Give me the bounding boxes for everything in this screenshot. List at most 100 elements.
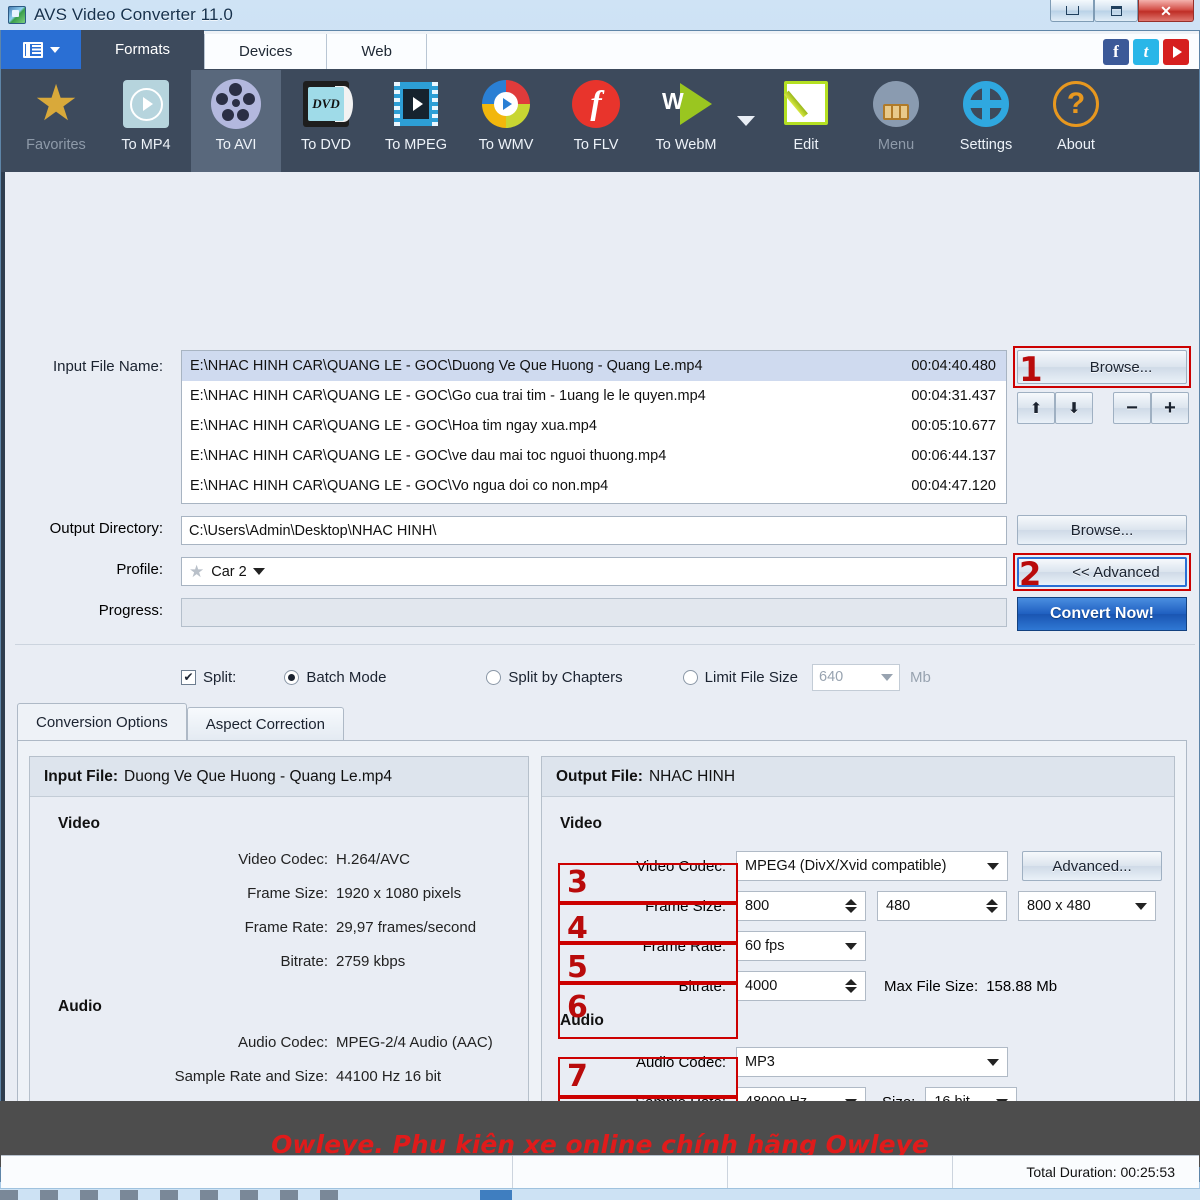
- spinner-arrows-icon[interactable]: [845, 899, 857, 913]
- toolbar-item-favorites-label: Favorites: [26, 137, 86, 153]
- move-down-button[interactable]: ⬇: [1055, 392, 1093, 424]
- output-file-header-value: NHAC HINH: [648, 767, 736, 785]
- tab-conversion-options[interactable]: Conversion Options: [17, 703, 187, 741]
- maximize-button[interactable]: [1094, 0, 1138, 22]
- input-file-list[interactable]: E:\NHAC HINH CAR\QUANG LE - GOC\Duong Ve…: [181, 350, 1007, 504]
- tab-aspect-correction[interactable]: Aspect Correction: [186, 707, 344, 741]
- horizontal-scrollbar[interactable]: [0, 1188, 1200, 1200]
- video-bitrate-spinner[interactable]: 4000: [736, 971, 866, 1001]
- table-row[interactable]: E:\NHAC HINH CAR\QUANG LE - GOC\Go cua t…: [182, 381, 1006, 411]
- output-directory-input[interactable]: C:\Users\Admin\Desktop\NHAC HINH\: [181, 516, 1007, 545]
- table-row[interactable]: E:\NHAC HINH CAR\QUANG LE - GOC\Vo ngua …: [182, 471, 1006, 501]
- frame-width-spinner[interactable]: 800: [736, 891, 866, 921]
- facebook-icon[interactable]: f: [1103, 38, 1129, 65]
- output-audio-codec-value: MP3: [745, 1054, 775, 1070]
- input-video-bitrate-row: Bitrate: 2759 kbps: [58, 953, 504, 970]
- split-by-chapters-radio[interactable]: Split by Chapters: [486, 669, 623, 686]
- limit-file-size-value: 640: [819, 669, 844, 685]
- tab-web[interactable]: Web: [326, 34, 426, 69]
- input-video-section-title: Video: [58, 815, 100, 832]
- avi-icon: [210, 78, 262, 130]
- input-frame-size-value: 1920 x 1080 pixels: [336, 885, 462, 902]
- annotation-number-6: 6: [567, 990, 588, 1025]
- file-duration: 00:04:31.437: [911, 388, 996, 404]
- output-video-section-title: Video: [560, 815, 602, 832]
- annotation-number-1: 1: [1019, 350, 1043, 390]
- video-advanced-button[interactable]: Advanced...: [1022, 851, 1162, 881]
- chevron-down-icon: [987, 1058, 999, 1066]
- output-browse-label: Browse...: [1070, 521, 1134, 539]
- profile-combobox[interactable]: ★ Car 2: [181, 557, 1007, 586]
- options-tab-strip: Conversion Options Aspect Correction: [17, 703, 1187, 741]
- toolbar-item-to-flv[interactable]: f To FLV: [551, 70, 641, 172]
- toolbar-item-menu[interactable]: Menu: [851, 70, 941, 172]
- toolbar-item-to-dvd[interactable]: DVD To DVD: [281, 70, 371, 172]
- file-duration: 00:04:47.120: [911, 478, 996, 494]
- toolbar-item-about-label: About: [1057, 137, 1095, 153]
- input-frame-rate-value: 29,97 frames/second: [336, 919, 477, 936]
- toolbar-item-to-mpeg[interactable]: To MPEG: [371, 70, 461, 172]
- close-button[interactable]: ✕: [1138, 0, 1194, 22]
- more-formats-chevron-down-icon[interactable]: [737, 116, 755, 126]
- menu-disc-icon: [870, 78, 922, 130]
- format-toolbar: ★ Favorites To MP4 To AVI DVD To DVD To …: [1, 70, 1199, 172]
- input-file-header-value: Duong Ve Que Huong - Quang Le.mp4: [124, 767, 393, 785]
- frame-height-spinner[interactable]: 480: [877, 891, 1007, 921]
- output-audio-codec-combobox[interactable]: MP3: [736, 1047, 1008, 1077]
- annotation-number-7: 7: [567, 1059, 588, 1094]
- toolbar-item-to-webm[interactable]: W To WebM: [641, 70, 731, 172]
- file-duration: 00:04:40.480: [911, 358, 996, 374]
- batch-mode-radio[interactable]: Batch Mode: [284, 669, 386, 686]
- window-title: AVS Video Converter 11.0: [34, 5, 233, 24]
- divider: [15, 644, 1195, 645]
- table-row[interactable]: E:\NHAC HINH CAR\QUANG LE - GOC\ve dau m…: [182, 441, 1006, 471]
- file-path: E:\NHAC HINH CAR\QUANG LE - GOC\Vo ngua …: [190, 478, 609, 494]
- output-browse-button[interactable]: Browse...: [1017, 515, 1187, 545]
- input-sample-rate-label: Sample Rate and Size:: [174, 1068, 328, 1085]
- twitter-icon[interactable]: t: [1133, 38, 1159, 65]
- input-audio-codec-value: MPEG-2/4 Audio (AAC): [336, 1034, 493, 1051]
- tab-formats[interactable]: Formats: [81, 30, 205, 69]
- tab-strip: Formats Devices Web f t: [1, 30, 1199, 70]
- toolbar-item-favorites[interactable]: ★ Favorites: [11, 70, 101, 172]
- limit-file-size-radio[interactable]: Limit File Size: [682, 669, 798, 686]
- input-frame-size-label: Frame Size:: [247, 885, 328, 902]
- toolbar-item-edit[interactable]: Edit: [761, 70, 851, 172]
- edit-pencil-icon: [780, 78, 832, 130]
- toolbar-item-to-avi[interactable]: To AVI: [191, 70, 281, 172]
- toolbar-item-to-wmv[interactable]: To WMV: [461, 70, 551, 172]
- radio-icon: [284, 669, 300, 685]
- toolbar-item-to-webm-label: To WebM: [655, 137, 717, 153]
- input-video-bitrate-value: 2759 kbps: [336, 953, 406, 970]
- youtube-icon[interactable]: [1163, 38, 1189, 65]
- close-icon: ✕: [1160, 2, 1172, 19]
- split-checkbox[interactable]: ✔ Split:: [181, 669, 236, 686]
- toolbar-item-to-dvd-label: To DVD: [301, 137, 351, 153]
- toolbar-item-about[interactable]: ? About: [1031, 70, 1121, 172]
- frame-size-preset-combobox[interactable]: 800 x 480: [1018, 891, 1156, 921]
- file-path: E:\NHAC HINH CAR\QUANG LE - GOC\Go cua t…: [190, 388, 706, 404]
- add-file-button[interactable]: +: [1151, 392, 1189, 424]
- toolbar-item-to-mp4[interactable]: To MP4: [101, 70, 191, 172]
- main-menu-button[interactable]: [1, 30, 81, 69]
- toolbar-item-to-mp4-label: To MP4: [121, 137, 171, 153]
- main-window: Formats Devices Web f t ★ Favorites To M…: [0, 30, 1200, 1182]
- minimize-button[interactable]: [1050, 0, 1094, 22]
- tab-aspect-correction-label: Aspect Correction: [205, 716, 325, 733]
- scrollbar-thumb[interactable]: [480, 1190, 512, 1200]
- output-frame-rate-combobox[interactable]: 60 fps: [736, 931, 866, 961]
- limit-file-size-combobox[interactable]: 640: [812, 663, 900, 691]
- tab-devices[interactable]: Devices: [204, 34, 327, 69]
- max-file-size-label: Max File Size:: [884, 977, 979, 995]
- star-icon: ★: [33, 75, 79, 131]
- spinner-arrows-icon[interactable]: [986, 899, 998, 913]
- output-video-codec-combobox[interactable]: MPEG4 (DivX/Xvid compatible): [736, 851, 1008, 881]
- move-up-button[interactable]: ⬆: [1017, 392, 1055, 424]
- table-row[interactable]: E:\NHAC HINH CAR\QUANG LE - GOC\Hoa tim …: [182, 411, 1006, 441]
- toolbar-item-settings[interactable]: Settings: [941, 70, 1031, 172]
- batch-mode-label: Batch Mode: [306, 668, 387, 686]
- remove-file-button[interactable]: −: [1113, 392, 1151, 424]
- table-row[interactable]: E:\NHAC HINH CAR\QUANG LE - GOC\Duong Ve…: [182, 351, 1006, 381]
- convert-now-button[interactable]: Convert Now!: [1017, 597, 1187, 631]
- spinner-arrows-icon[interactable]: [845, 979, 857, 993]
